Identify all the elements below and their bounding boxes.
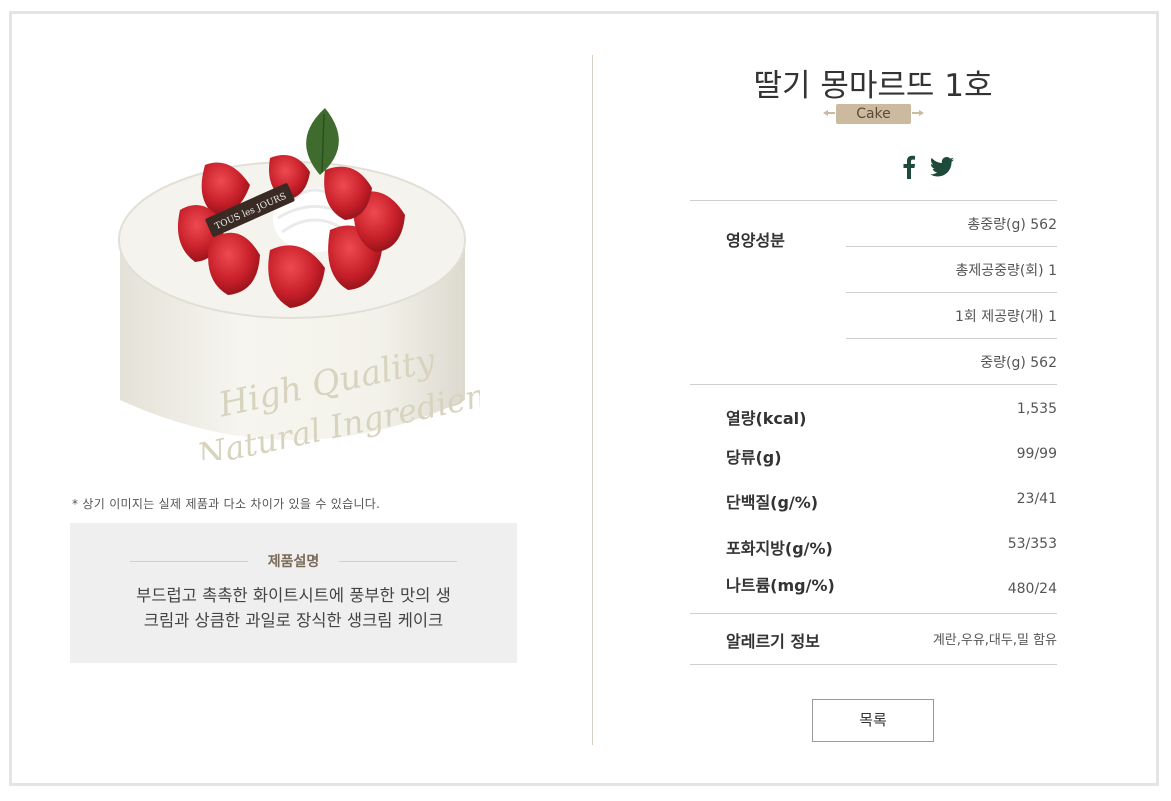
nutrient-label-protein: 단백질(g/%) bbox=[726, 493, 819, 512]
nutrient-value-protein: 23/41 bbox=[1016, 491, 1057, 507]
table-divider bbox=[690, 200, 1057, 201]
badge-ornament-right-icon bbox=[912, 110, 924, 116]
description-line-2: 크림과 상큼한 과일로 장식한 생크림 케이크 bbox=[143, 611, 444, 630]
social-share bbox=[898, 155, 958, 181]
image-disclaimer: * 상기 이미지는 실제 제품과 다소 차이가 있을 수 있습니다. bbox=[72, 497, 381, 511]
facebook-icon[interactable] bbox=[902, 155, 916, 183]
table-divider bbox=[690, 664, 1057, 665]
weight-total: 총중량(g) 562 bbox=[967, 217, 1057, 233]
product-title: 딸기 몽마르뜨 1호 bbox=[753, 68, 993, 104]
weight-grams: 중량(g) 562 bbox=[980, 355, 1057, 371]
description-heading-row: 제품설명 bbox=[130, 551, 457, 571]
weight-per-serving: 1회 제공량(개) 1 bbox=[954, 309, 1057, 325]
twitter-icon[interactable] bbox=[930, 157, 954, 181]
allergy-value: 계란,우유,대두,밀 함유 bbox=[932, 633, 1057, 648]
nutrient-value-sodium: 480/24 bbox=[1007, 581, 1057, 597]
category-badge: Cake bbox=[823, 103, 924, 124]
nutrient-label-saturated-fat: 포화지방(g/%) bbox=[726, 539, 833, 558]
badge-ornament-left-icon bbox=[823, 110, 835, 116]
nutrition-section-label: 영양성분 bbox=[726, 231, 785, 250]
nutrient-label-calories: 열량(kcal) bbox=[726, 409, 807, 428]
nutrient-value-sugars: 99/99 bbox=[1016, 446, 1057, 462]
table-divider bbox=[690, 384, 1057, 385]
product-image: High Quality Natural Ingredients TOUS le… bbox=[110, 100, 518, 475]
nutrient-label-sugars: 당류(g) bbox=[726, 448, 782, 467]
column-divider bbox=[592, 55, 593, 745]
nutrient-value-calories: 1,535 bbox=[1016, 401, 1057, 417]
weight-serving-total: 총제공중량(회) 1 bbox=[955, 263, 1057, 279]
divider-line bbox=[339, 561, 457, 562]
category-label: Cake bbox=[836, 104, 911, 124]
table-divider bbox=[846, 246, 1057, 247]
table-divider bbox=[846, 338, 1057, 339]
list-button[interactable]: 목록 bbox=[812, 699, 934, 742]
table-divider bbox=[690, 613, 1057, 614]
description-line-1: 부드럽고 촉촉한 화이트시트에 풍부한 맛의 생 bbox=[136, 586, 451, 605]
table-divider bbox=[846, 292, 1057, 293]
nutrient-value-saturated-fat: 53/353 bbox=[1007, 536, 1057, 552]
product-description-box: 제품설명 부드럽고 촉촉한 화이트시트에 풍부한 맛의 생 크림과 상큼한 과일… bbox=[70, 523, 517, 663]
nutrient-label-sodium: 나트륨(mg/%) bbox=[726, 576, 835, 595]
description-text: 부드럽고 촉촉한 화이트시트에 풍부한 맛의 생 크림과 상큼한 과일로 장식한… bbox=[110, 583, 477, 633]
allergy-label: 알레르기 정보 bbox=[726, 632, 820, 651]
